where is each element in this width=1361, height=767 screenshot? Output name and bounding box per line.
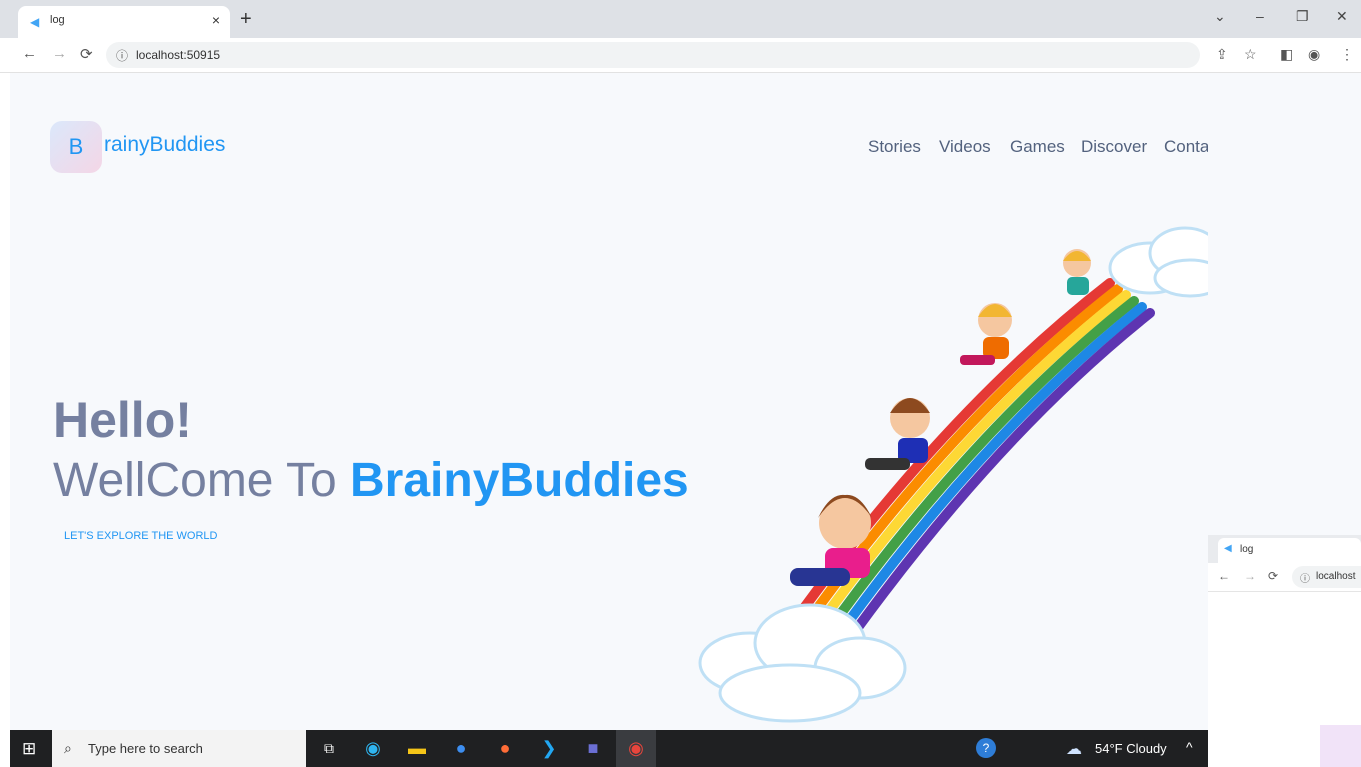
profile-icon[interactable]: ◉ — [1308, 46, 1320, 63]
hero-hello: Hello! — [53, 392, 192, 448]
hero-tagline[interactable]: LET'S EXPLORE THE WORLD — [64, 530, 218, 542]
logo-badge[interactable]: B — [50, 121, 102, 173]
weather-text[interactable]: 54°F Cloudy — [1095, 741, 1167, 756]
reload-button[interactable]: ⟳ — [80, 45, 93, 63]
edge-icon[interactable]: ◉ — [354, 730, 392, 767]
postman-icon[interactable]: ● — [486, 730, 524, 767]
nav-contact[interactable]: Contact — [1164, 137, 1208, 157]
restore-button[interactable]: ❐ — [1296, 8, 1309, 25]
second-window-tab-title: log — [1240, 544, 1254, 555]
hero-brand: BrainyBuddies — [350, 454, 689, 507]
back-button[interactable]: ← — [22, 45, 37, 62]
file-explorer-icon[interactable]: ▬ — [398, 730, 436, 767]
logo-letter: B — [68, 134, 84, 159]
browser-tab[interactable]: ◀ log × — [18, 6, 230, 38]
forward-button[interactable]: → — [52, 45, 67, 62]
search-placeholder: Type here to search — [88, 741, 203, 756]
site-info-icon: ⓘ — [1300, 574, 1310, 585]
web-page: B rainyBuddies Stories Videos Games Disc… — [10, 73, 1208, 730]
second-window-toolbar: ← → ⟳ ⓘ localhost — [1208, 563, 1361, 592]
hero-welcome-prefix: WellCome To — [53, 454, 350, 507]
task-view-icon[interactable]: ⧉ — [310, 730, 348, 767]
url-text: localhost:50915 — [136, 48, 221, 62]
help-icon[interactable]: ? — [976, 738, 996, 758]
nav-discover[interactable]: Discover — [1081, 137, 1147, 157]
second-window-tab[interactable]: ◀ log — [1218, 538, 1361, 563]
search-icon: ⌕ — [64, 740, 72, 756]
tab-title: log — [50, 14, 65, 26]
minimize-button[interactable]: – — [1256, 8, 1264, 24]
nav-games[interactable]: Games — [1010, 137, 1065, 157]
close-tab-icon[interactable]: × — [212, 12, 220, 28]
browser-tabstrip: ◀ log × + ⌄ – ❐ ✕ — [0, 0, 1361, 38]
second-window-url: localhost — [1316, 571, 1356, 582]
reload-icon[interactable]: ⟳ — [1268, 569, 1278, 583]
cloud-icon: ☁ — [1066, 741, 1082, 758]
second-browser-window[interactable]: ◀ log ← → ⟳ ⓘ localhost — [1208, 535, 1361, 767]
browser-toolbar: ← → ⟳ ⓘ localhost:50915 ⇪ ☆ ◧ ◉ ⋮ — [0, 38, 1361, 73]
tab-search-icon[interactable]: ⌄ — [1214, 8, 1226, 25]
close-window-button[interactable]: ✕ — [1336, 8, 1348, 25]
app-store-icon[interactable]: ● — [442, 730, 480, 767]
taskbar-search[interactable]: ⌕ Type here to search — [52, 730, 306, 767]
chevron-up-icon[interactable]: ^ — [1186, 739, 1193, 755]
flutter-icon: ◀ — [30, 15, 40, 29]
back-icon[interactable]: ← — [1218, 569, 1230, 583]
windows-taskbar: ⊞ ⌕ Type here to search ⧉ ◉ ▬ ● ● ❯ ■ ◉ … — [10, 730, 1208, 767]
site-info-icon[interactable]: ⓘ — [116, 47, 128, 64]
nav-stories[interactable]: Stories — [868, 137, 921, 157]
side-panel-icon[interactable]: ◧ — [1280, 46, 1293, 63]
forward-icon[interactable]: → — [1244, 569, 1256, 583]
teams-icon[interactable]: ■ — [574, 730, 612, 767]
nav-videos[interactable]: Videos — [939, 137, 991, 157]
second-window-address-bar[interactable]: ⓘ localhost — [1292, 566, 1361, 588]
bookmark-star-icon[interactable]: ☆ — [1244, 46, 1257, 63]
second-window-page-accent — [1320, 725, 1361, 767]
flutter-icon: ◀ — [1224, 543, 1232, 554]
address-bar[interactable]: ⓘ localhost:50915 — [106, 42, 1200, 68]
logo-text[interactable]: rainyBuddies — [104, 133, 225, 157]
windows-start-icon[interactable]: ⊞ — [22, 739, 36, 759]
rainbow-slide-illustration — [698, 226, 1208, 723]
new-tab-button[interactable]: + — [240, 8, 252, 31]
share-icon[interactable]: ⇪ — [1216, 46, 1228, 63]
chrome-icon[interactable]: ◉ — [616, 730, 656, 767]
second-window-tabstrip: ◀ log — [1208, 535, 1361, 563]
menu-icon[interactable]: ⋮ — [1340, 46, 1354, 63]
vscode-icon[interactable]: ❯ — [530, 730, 568, 767]
hero-welcome: WellCome To BrainyBuddies — [53, 453, 689, 508]
